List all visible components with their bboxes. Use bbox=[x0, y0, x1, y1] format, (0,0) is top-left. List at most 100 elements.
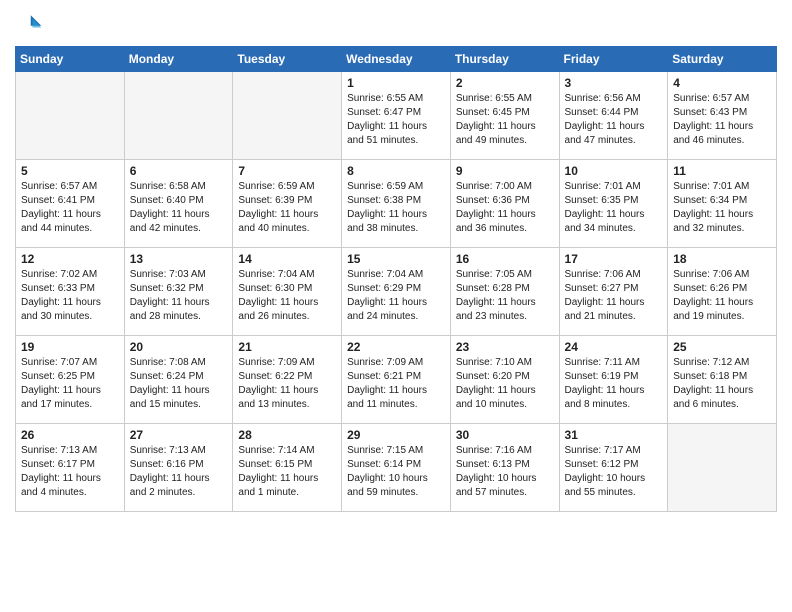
day-number: 7 bbox=[238, 164, 336, 178]
day-info: Sunrise: 7:09 AM Sunset: 6:21 PM Dayligh… bbox=[347, 356, 445, 412]
calendar-cell: 20 Sunrise: 7:08 AM Sunset: 6:24 PM Dayli… bbox=[124, 336, 233, 424]
day-number: 22 bbox=[347, 340, 445, 354]
day-info: Sunrise: 7:13 AM Sunset: 6:16 PM Dayligh… bbox=[130, 444, 228, 500]
day-info: Sunrise: 7:04 AM Sunset: 6:29 PM Dayligh… bbox=[347, 268, 445, 324]
day-number: 19 bbox=[21, 340, 119, 354]
calendar-cell: 4 Sunrise: 6:57 AM Sunset: 6:43 PM Daylig… bbox=[668, 72, 777, 160]
day-number: 30 bbox=[456, 428, 554, 442]
logo bbox=[15, 10, 47, 38]
day-info: Sunrise: 6:57 AM Sunset: 6:43 PM Dayligh… bbox=[673, 92, 771, 148]
day-number: 20 bbox=[130, 340, 228, 354]
day-info: Sunrise: 7:17 AM Sunset: 6:12 PM Dayligh… bbox=[565, 444, 663, 500]
week-row-4: 19Sunrise: 7:07 AM Sunset: 6:25 PM Dayli… bbox=[16, 336, 777, 424]
calendar-header-row: Sunday Monday Tuesday Wednesday Thursday… bbox=[16, 47, 777, 72]
day-number: 27 bbox=[130, 428, 228, 442]
page: Sunday Monday Tuesday Wednesday Thursday… bbox=[0, 0, 792, 612]
logo-icon bbox=[15, 10, 43, 38]
day-number: 8 bbox=[347, 164, 445, 178]
calendar-cell: 13 Sunrise: 7:03 AM Sunset: 6:32 PM Dayli… bbox=[124, 248, 233, 336]
day-number: 17 bbox=[565, 252, 663, 266]
day-info: Sunrise: 7:08 AM Sunset: 6:24 PM Dayligh… bbox=[130, 356, 228, 412]
day-number: 28 bbox=[238, 428, 336, 442]
calendar-table: Sunday Monday Tuesday Wednesday Thursday… bbox=[15, 46, 777, 512]
calendar-cell: 17 Sunrise: 7:06 AM Sunset: 6:27 PM Dayli… bbox=[559, 248, 668, 336]
calendar-cell bbox=[124, 72, 233, 160]
day-info: Sunrise: 6:57 AM Sunset: 6:41 PM Dayligh… bbox=[21, 180, 119, 236]
calendar-cell: 30 Sunrise: 7:16 AM Sunset: 6:13 PM Dayli… bbox=[450, 424, 559, 512]
day-info: Sunrise: 6:59 AM Sunset: 6:38 PM Dayligh… bbox=[347, 180, 445, 236]
calendar-cell: 25Sunrise: 7:12 AM Sunset: 6:18 PM Dayli… bbox=[668, 336, 777, 424]
day-number: 5 bbox=[21, 164, 119, 178]
header-friday: Friday bbox=[559, 47, 668, 72]
calendar-cell: 12 Sunrise: 7:02 AM Sunset: 6:33 PM Dayli… bbox=[16, 248, 125, 336]
day-info: Sunrise: 7:00 AM Sunset: 6:36 PM Dayligh… bbox=[456, 180, 554, 236]
calendar-cell: 16Sunrise: 7:05 AM Sunset: 6:28 PM Dayli… bbox=[450, 248, 559, 336]
day-info: Sunrise: 7:06 AM Sunset: 6:26 PM Dayligh… bbox=[673, 268, 771, 324]
calendar-cell: 2Sunrise: 6:55 AM Sunset: 6:45 PM Daylig… bbox=[450, 72, 559, 160]
day-info: Sunrise: 7:14 AM Sunset: 6:15 PM Dayligh… bbox=[238, 444, 336, 500]
calendar-cell bbox=[233, 72, 342, 160]
calendar-cell: 6 Sunrise: 6:58 AM Sunset: 6:40 PM Daylig… bbox=[124, 160, 233, 248]
day-number: 14 bbox=[238, 252, 336, 266]
day-info: Sunrise: 7:16 AM Sunset: 6:13 PM Dayligh… bbox=[456, 444, 554, 500]
header-wednesday: Wednesday bbox=[342, 47, 451, 72]
day-number: 13 bbox=[130, 252, 228, 266]
day-number: 11 bbox=[673, 164, 771, 178]
header-thursday: Thursday bbox=[450, 47, 559, 72]
calendar-cell: 22 Sunrise: 7:09 AM Sunset: 6:21 PM Dayli… bbox=[342, 336, 451, 424]
day-number: 15 bbox=[347, 252, 445, 266]
day-info: Sunrise: 7:06 AM Sunset: 6:27 PM Dayligh… bbox=[565, 268, 663, 324]
week-row-1: 1 Sunrise: 6:55 AM Sunset: 6:47 PM Daylig… bbox=[16, 72, 777, 160]
calendar-cell: 23 Sunrise: 7:10 AM Sunset: 6:20 PM Dayli… bbox=[450, 336, 559, 424]
calendar-cell: 29Sunrise: 7:15 AM Sunset: 6:14 PM Dayli… bbox=[342, 424, 451, 512]
calendar-cell: 11Sunrise: 7:01 AM Sunset: 6:34 PM Dayli… bbox=[668, 160, 777, 248]
day-info: Sunrise: 6:55 AM Sunset: 6:47 PM Dayligh… bbox=[347, 92, 445, 148]
day-info: Sunrise: 7:15 AM Sunset: 6:14 PM Dayligh… bbox=[347, 444, 445, 500]
calendar-cell: 10Sunrise: 7:01 AM Sunset: 6:35 PM Dayli… bbox=[559, 160, 668, 248]
day-info: Sunrise: 7:05 AM Sunset: 6:28 PM Dayligh… bbox=[456, 268, 554, 324]
calendar-cell: 26Sunrise: 7:13 AM Sunset: 6:17 PM Dayli… bbox=[16, 424, 125, 512]
week-row-5: 26Sunrise: 7:13 AM Sunset: 6:17 PM Dayli… bbox=[16, 424, 777, 512]
calendar-cell: 24 Sunrise: 7:11 AM Sunset: 6:19 PM Dayli… bbox=[559, 336, 668, 424]
day-info: Sunrise: 6:56 AM Sunset: 6:44 PM Dayligh… bbox=[565, 92, 663, 148]
calendar-cell: 31 Sunrise: 7:17 AM Sunset: 6:12 PM Dayli… bbox=[559, 424, 668, 512]
day-number: 31 bbox=[565, 428, 663, 442]
day-number: 10 bbox=[565, 164, 663, 178]
calendar-cell: 21Sunrise: 7:09 AM Sunset: 6:22 PM Dayli… bbox=[233, 336, 342, 424]
calendar-cell: 9 Sunrise: 7:00 AM Sunset: 6:36 PM Daylig… bbox=[450, 160, 559, 248]
calendar-cell: 27 Sunrise: 7:13 AM Sunset: 6:16 PM Dayli… bbox=[124, 424, 233, 512]
day-number: 3 bbox=[565, 76, 663, 90]
day-number: 24 bbox=[565, 340, 663, 354]
calendar-cell: 14Sunrise: 7:04 AM Sunset: 6:30 PM Dayli… bbox=[233, 248, 342, 336]
header-tuesday: Tuesday bbox=[233, 47, 342, 72]
calendar-cell: 18 Sunrise: 7:06 AM Sunset: 6:26 PM Dayli… bbox=[668, 248, 777, 336]
day-info: Sunrise: 7:03 AM Sunset: 6:32 PM Dayligh… bbox=[130, 268, 228, 324]
day-number: 6 bbox=[130, 164, 228, 178]
day-number: 18 bbox=[673, 252, 771, 266]
day-number: 4 bbox=[673, 76, 771, 90]
day-number: 9 bbox=[456, 164, 554, 178]
day-number: 26 bbox=[21, 428, 119, 442]
calendar-cell: 3 Sunrise: 6:56 AM Sunset: 6:44 PM Daylig… bbox=[559, 72, 668, 160]
day-number: 2 bbox=[456, 76, 554, 90]
day-number: 21 bbox=[238, 340, 336, 354]
calendar-cell: 5 Sunrise: 6:57 AM Sunset: 6:41 PM Daylig… bbox=[16, 160, 125, 248]
header-sunday: Sunday bbox=[16, 47, 125, 72]
header-monday: Monday bbox=[124, 47, 233, 72]
week-row-3: 12 Sunrise: 7:02 AM Sunset: 6:33 PM Dayli… bbox=[16, 248, 777, 336]
day-number: 23 bbox=[456, 340, 554, 354]
calendar-cell: 7Sunrise: 6:59 AM Sunset: 6:39 PM Daylig… bbox=[233, 160, 342, 248]
day-info: Sunrise: 7:02 AM Sunset: 6:33 PM Dayligh… bbox=[21, 268, 119, 324]
day-number: 1 bbox=[347, 76, 445, 90]
calendar-cell: 19Sunrise: 7:07 AM Sunset: 6:25 PM Dayli… bbox=[16, 336, 125, 424]
header bbox=[15, 10, 777, 38]
calendar-cell: 15 Sunrise: 7:04 AM Sunset: 6:29 PM Dayli… bbox=[342, 248, 451, 336]
day-info: Sunrise: 7:10 AM Sunset: 6:20 PM Dayligh… bbox=[456, 356, 554, 412]
day-info: Sunrise: 7:12 AM Sunset: 6:18 PM Dayligh… bbox=[673, 356, 771, 412]
day-info: Sunrise: 7:11 AM Sunset: 6:19 PM Dayligh… bbox=[565, 356, 663, 412]
day-info: Sunrise: 6:58 AM Sunset: 6:40 PM Dayligh… bbox=[130, 180, 228, 236]
calendar-cell: 1 Sunrise: 6:55 AM Sunset: 6:47 PM Daylig… bbox=[342, 72, 451, 160]
header-saturday: Saturday bbox=[668, 47, 777, 72]
week-row-2: 5 Sunrise: 6:57 AM Sunset: 6:41 PM Daylig… bbox=[16, 160, 777, 248]
day-number: 12 bbox=[21, 252, 119, 266]
